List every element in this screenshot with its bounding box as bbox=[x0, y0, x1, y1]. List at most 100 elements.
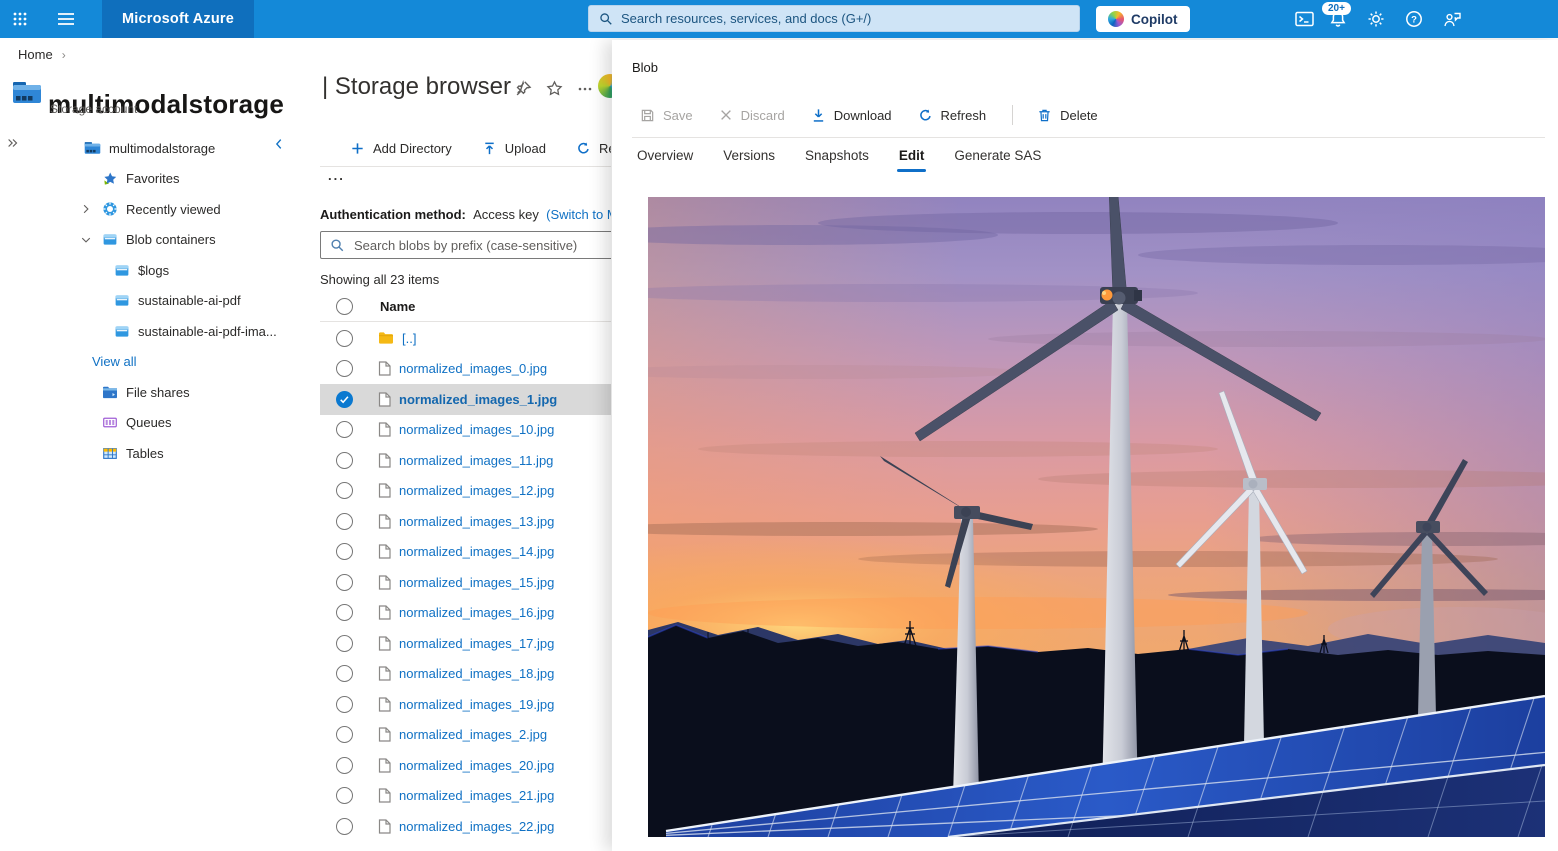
cloud-shell-icon[interactable] bbox=[1286, 0, 1322, 38]
row-checkbox[interactable] bbox=[336, 818, 353, 835]
sidebar-item-favorites[interactable]: Favorites bbox=[0, 164, 308, 195]
blob-prefix-search[interactable] bbox=[320, 231, 611, 259]
row-checkbox[interactable] bbox=[336, 360, 353, 377]
row-checkbox[interactable] bbox=[336, 787, 353, 804]
blob-row[interactable]: normalized_images_21.jpg bbox=[320, 781, 611, 812]
blob-row[interactable]: normalized_images_1.jpg bbox=[320, 384, 611, 415]
tab-generate-sas[interactable]: Generate SAS bbox=[954, 148, 1041, 172]
blob-row[interactable]: normalized_images_22.jpg bbox=[320, 811, 611, 842]
row-checkbox[interactable] bbox=[336, 543, 353, 560]
row-checkbox[interactable] bbox=[336, 574, 353, 591]
refresh-button[interactable]: Refresh bbox=[576, 141, 611, 156]
sidebar-item-sustainable-ai-pdf[interactable]: sustainable-ai-pdf bbox=[0, 286, 308, 317]
row-checkbox[interactable] bbox=[336, 757, 353, 774]
row-checkbox[interactable] bbox=[336, 635, 353, 652]
blob-row[interactable]: normalized_images_0.jpg bbox=[320, 354, 611, 385]
brand-home-link[interactable]: Microsoft Azure bbox=[102, 0, 254, 38]
blob-row[interactable]: normalized_images_17.jpg bbox=[320, 628, 611, 659]
blob-name-link[interactable]: normalized_images_22.jpg bbox=[399, 819, 554, 834]
blob-name-link[interactable]: normalized_images_10.jpg bbox=[399, 422, 554, 437]
pin-icon[interactable] bbox=[515, 80, 532, 97]
row-checkbox[interactable] bbox=[336, 696, 353, 713]
blob-row[interactable]: normalized_images_10.jpg bbox=[320, 415, 611, 446]
toolbar-overflow-button[interactable]: ... bbox=[328, 168, 345, 183]
tree-root[interactable]: multimodalstorage bbox=[0, 133, 308, 164]
row-checkbox[interactable] bbox=[336, 482, 353, 499]
blob-name-link[interactable]: normalized_images_18.jpg bbox=[399, 666, 554, 681]
blob-name-link[interactable]: normalized_images_20.jpg bbox=[399, 758, 554, 773]
blob-row[interactable]: normalized_images_15.jpg bbox=[320, 567, 611, 598]
name-column-header[interactable]: Name bbox=[380, 299, 415, 314]
row-checkbox[interactable] bbox=[336, 513, 353, 530]
sidebar-item-sustainable-ai-pdf-ima[interactable]: sustainable-ai-pdf-ima... bbox=[0, 316, 308, 347]
sidebar-item-tables[interactable]: Tables bbox=[0, 438, 308, 469]
blob-row[interactable]: normalized_images_12.jpg bbox=[320, 476, 611, 507]
sidebar-item-queues[interactable]: Queues bbox=[0, 408, 308, 439]
blob-row[interactable]: normalized_images_20.jpg bbox=[320, 750, 611, 781]
tab-snapshots[interactable]: Snapshots bbox=[805, 148, 869, 172]
blob-row[interactable]: normalized_images_11.jpg bbox=[320, 445, 611, 476]
row-checkbox[interactable] bbox=[336, 452, 353, 469]
blob-name-link[interactable]: [..] bbox=[402, 331, 416, 346]
global-search[interactable] bbox=[588, 5, 1080, 32]
row-checkbox-checked[interactable] bbox=[336, 391, 353, 408]
sidebar-item-blob-containers[interactable]: Blob containers bbox=[0, 225, 308, 256]
help-icon[interactable]: ? bbox=[1396, 0, 1432, 38]
settings-gear-icon[interactable] bbox=[1358, 0, 1394, 38]
row-checkbox[interactable] bbox=[336, 330, 353, 347]
blob-name-link[interactable]: normalized_images_11.jpg bbox=[399, 453, 553, 468]
breadcrumb: Home › bbox=[18, 47, 66, 62]
blob-name-link[interactable]: normalized_images_14.jpg bbox=[399, 544, 554, 559]
app-launcher-icon[interactable] bbox=[2, 0, 38, 38]
feedback-icon[interactable] bbox=[1434, 0, 1470, 38]
more-actions-icon[interactable] bbox=[577, 81, 593, 97]
favorite-star-icon[interactable] bbox=[546, 80, 563, 97]
download-button[interactable]: Download bbox=[811, 108, 892, 123]
view-all-link[interactable]: View all bbox=[92, 354, 137, 369]
row-checkbox[interactable] bbox=[336, 665, 353, 682]
blob-row[interactable]: normalized_images_14.jpg bbox=[320, 537, 611, 568]
refresh-button[interactable]: Refresh bbox=[918, 108, 987, 123]
breadcrumb-home[interactable]: Home bbox=[18, 47, 53, 62]
sidebar-item-file-shares[interactable]: File shares bbox=[0, 377, 308, 408]
tab-edit[interactable]: Edit bbox=[899, 148, 925, 172]
blob-row[interactable]: normalized_images_2.jpg bbox=[320, 720, 611, 751]
sidebar-item-view-all[interactable]: View all bbox=[0, 347, 308, 378]
blob-name-link[interactable]: normalized_images_13.jpg bbox=[399, 514, 554, 529]
blob-name-link[interactable]: normalized_images_1.jpg bbox=[399, 392, 557, 407]
hamburger-menu-icon[interactable] bbox=[46, 0, 86, 38]
upload-button[interactable]: Upload bbox=[482, 141, 546, 156]
tab-versions[interactable]: Versions bbox=[723, 148, 775, 172]
collapse-tree-icon[interactable] bbox=[272, 137, 286, 154]
blob-name-link[interactable]: normalized_images_21.jpg bbox=[399, 788, 554, 803]
row-checkbox[interactable] bbox=[336, 604, 353, 621]
select-all-checkbox[interactable] bbox=[336, 298, 353, 315]
parent-directory-row[interactable]: [..] bbox=[320, 323, 611, 354]
blob-name-link[interactable]: normalized_images_2.jpg bbox=[399, 727, 547, 742]
blob-row[interactable]: normalized_images_19.jpg bbox=[320, 689, 611, 720]
blob-name-link[interactable]: normalized_images_12.jpg bbox=[399, 483, 554, 498]
blob-name-link[interactable]: normalized_images_16.jpg bbox=[399, 605, 554, 620]
blob-row[interactable]: normalized_images_18.jpg bbox=[320, 659, 611, 690]
sidebar-item-recently-viewed[interactable]: Recently viewed bbox=[0, 194, 308, 225]
blob-name-link[interactable]: normalized_images_17.jpg bbox=[399, 636, 554, 651]
file-icon bbox=[378, 819, 391, 834]
global-search-input[interactable] bbox=[619, 10, 1079, 27]
chevron-right-icon[interactable] bbox=[78, 203, 94, 215]
row-checkbox[interactable] bbox=[336, 726, 353, 743]
blob-prefix-search-input[interactable] bbox=[352, 237, 611, 254]
tree-item-label: sustainable-ai-pdf-ima... bbox=[138, 324, 277, 339]
chevron-down-icon[interactable] bbox=[78, 234, 94, 246]
blob-name-link[interactable]: normalized_images_19.jpg bbox=[399, 697, 554, 712]
blob-name-link[interactable]: normalized_images_15.jpg bbox=[399, 575, 554, 590]
tab-overview[interactable]: Overview bbox=[637, 148, 693, 172]
auth-switch-link[interactable]: (Switch to Micros bbox=[546, 207, 611, 222]
add-directory-button[interactable]: Add Directory bbox=[350, 141, 452, 156]
blob-row[interactable]: normalized_images_16.jpg bbox=[320, 598, 611, 629]
copilot-button[interactable]: Copilot bbox=[1096, 6, 1190, 32]
blob-row[interactable]: normalized_images_13.jpg bbox=[320, 506, 611, 537]
delete-button[interactable]: Delete bbox=[1037, 108, 1098, 123]
blob-name-link[interactable]: normalized_images_0.jpg bbox=[399, 361, 547, 376]
row-checkbox[interactable] bbox=[336, 421, 353, 438]
sidebar-item-logs[interactable]: $logs bbox=[0, 255, 308, 286]
